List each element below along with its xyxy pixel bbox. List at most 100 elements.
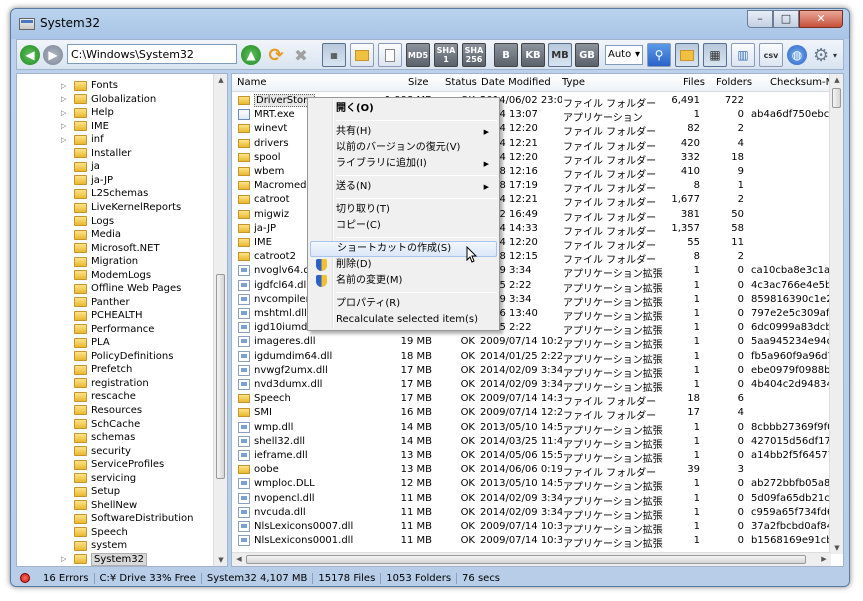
auto-select[interactable]: Auto ▾ bbox=[605, 45, 643, 65]
table-row[interactable]: shell32.dll 14 MB OK 2014/03/25 11:43 アプリケーシ… bbox=[232, 435, 833, 451]
folder-filter-icon[interactable] bbox=[675, 43, 699, 67]
tree-item[interactable]: ja bbox=[17, 160, 100, 174]
tree-item[interactable]: Performance bbox=[17, 323, 154, 337]
context-menu-item[interactable]: 以前のバージョンの復元(V) bbox=[310, 140, 497, 156]
context-menu-item[interactable]: プロパティ(R) bbox=[310, 296, 497, 312]
tree-item[interactable]: ▷ IME bbox=[17, 120, 109, 134]
h-scroll-thumb[interactable] bbox=[246, 555, 806, 564]
tree-item[interactable]: Offline Web Pages bbox=[17, 282, 181, 296]
col-files[interactable]: Files bbox=[683, 77, 705, 88]
table-row[interactable]: NlsLexicons0007.dll 11 MB OK 2009/07/14 10:… bbox=[232, 520, 833, 536]
tree-item[interactable]: PolicyDefinitions bbox=[17, 350, 173, 364]
table-row[interactable]: nvd3dumx.dll 17 MB OK 2014/02/09 3:34 アプリケーシ… bbox=[232, 378, 833, 394]
export-csv-button[interactable]: csv bbox=[759, 43, 783, 67]
search-icon[interactable]: ⚲ bbox=[647, 43, 671, 67]
forward-button[interactable]: ▶ bbox=[43, 43, 63, 67]
expand-arrow-icon[interactable]: ▷ bbox=[61, 82, 71, 90]
tree-item[interactable]: registration bbox=[17, 377, 149, 391]
sha1-button[interactable]: SHA 1 bbox=[434, 43, 458, 67]
table-row[interactable]: imageres.dll 19 MB OK 2009/07/14 10:28 アプリケー… bbox=[232, 335, 833, 351]
table-row[interactable]: NlsLexicons0001.dll 11 MB OK 2009/07/14 10:… bbox=[232, 534, 833, 550]
folder-tree[interactable]: ▷ Fonts ▷ Globalization ▷ Help ▷ IME ▷ inf Install… bbox=[16, 73, 228, 567]
context-menu-item[interactable]: 名前の変更(M) bbox=[310, 273, 497, 289]
tree-item[interactable]: Speech bbox=[17, 525, 128, 539]
stop-icon[interactable]: ✖ bbox=[290, 43, 312, 67]
tree-item[interactable]: schemas bbox=[17, 431, 135, 445]
gear-dropdown-icon[interactable]: ▾ bbox=[833, 43, 837, 67]
refresh-icon[interactable]: ⟳ bbox=[265, 43, 287, 67]
tree-scrollbar[interactable]: ▲ ▼ bbox=[213, 74, 227, 566]
scroll-left-icon[interactable]: ◀ bbox=[232, 553, 246, 565]
col-date[interactable]: Date Modified bbox=[481, 77, 551, 88]
unit-b-button[interactable]: B bbox=[494, 43, 518, 67]
table-row[interactable]: Speech 17 MB OK 2009/07/14 14:32 ファイル フォルダー 1… bbox=[232, 392, 831, 408]
tree-item[interactable]: Panther bbox=[17, 295, 130, 309]
col-size[interactable]: Size bbox=[408, 77, 429, 88]
tree-item[interactable]: ShellNew bbox=[17, 498, 137, 512]
tree-item[interactable]: Logs bbox=[17, 214, 114, 228]
table-row[interactable]: wmploc.DLL 12 MB OK 2013/05/10 14:56 アプリケーショ… bbox=[232, 477, 833, 493]
tree-item[interactable]: PLA bbox=[17, 336, 110, 350]
calculator-icon[interactable]: ▦ bbox=[322, 43, 346, 67]
tree-item[interactable]: ▷ Fonts bbox=[17, 79, 118, 93]
tree-item[interactable]: Media bbox=[17, 228, 121, 242]
context-menu-item[interactable]: 開く(O) bbox=[310, 101, 497, 117]
table-row[interactable]: ieframe.dll 13 MB OK 2014/05/06 15:53 アプリケーシ… bbox=[232, 449, 833, 465]
tree-item[interactable]: Microsoft.NET bbox=[17, 241, 160, 255]
tree-item[interactable]: ▷ inf bbox=[17, 133, 104, 147]
tree-item[interactable]: Prefetch bbox=[17, 363, 132, 377]
tree-item[interactable]: ja-JP bbox=[17, 174, 113, 188]
file-list-scrollbar[interactable]: ▲ ▼ bbox=[829, 74, 843, 554]
tree-item[interactable]: Resources bbox=[17, 404, 142, 418]
tree-item[interactable]: system bbox=[17, 539, 127, 553]
file-scroll-thumb[interactable] bbox=[832, 88, 841, 108]
sha256-button[interactable]: SHA 256 bbox=[462, 43, 486, 67]
col-folders[interactable]: Folders bbox=[716, 77, 752, 88]
table-row[interactable]: nvcuda.dll 11 MB OK 2014/02/09 3:34 アプリケーション… bbox=[232, 506, 833, 522]
scroll-down-icon[interactable]: ▼ bbox=[830, 542, 843, 554]
tree-scroll-thumb[interactable] bbox=[216, 274, 225, 479]
context-menu-item[interactable]: Recalculate selected item(s) bbox=[310, 312, 497, 328]
expand-arrow-icon[interactable]: ▷ bbox=[61, 555, 71, 563]
tree-item[interactable]: Setup bbox=[17, 485, 120, 499]
tree-item[interactable]: PCHEALTH bbox=[17, 309, 143, 323]
unit-kb-button[interactable]: KB bbox=[521, 43, 545, 67]
col-name[interactable]: Name bbox=[237, 77, 267, 88]
col-type[interactable]: Type bbox=[562, 77, 585, 88]
file-list-hscrollbar[interactable]: ◀ ▶ bbox=[232, 552, 831, 566]
gear-icon[interactable]: ⚙ bbox=[813, 43, 829, 67]
tree-item[interactable]: ▷ Help bbox=[17, 106, 114, 120]
expand-arrow-icon[interactable]: ▷ bbox=[61, 109, 71, 117]
grid-icon[interactable]: ▦ bbox=[703, 43, 727, 67]
expand-arrow-icon[interactable]: ▷ bbox=[61, 95, 71, 103]
tree-item[interactable]: L2Schemas bbox=[17, 187, 148, 201]
go-button[interactable]: ▲ bbox=[241, 43, 261, 67]
path-input[interactable] bbox=[67, 44, 237, 64]
tree-item[interactable]: LiveKernelReports bbox=[17, 201, 181, 215]
unit-mb-button[interactable]: MB bbox=[548, 43, 572, 67]
title-bar[interactable]: System32 – □ ✕ bbox=[11, 9, 849, 37]
globe-icon[interactable]: ◍ bbox=[787, 45, 807, 65]
tree-item[interactable]: Installer bbox=[17, 147, 131, 161]
tree-item[interactable]: Migration bbox=[17, 255, 138, 269]
context-menu-item[interactable]: ライブラリに追加(I) ▶ bbox=[310, 156, 497, 172]
tree-item[interactable]: SchCache bbox=[17, 417, 140, 431]
scroll-right-icon[interactable]: ▶ bbox=[817, 553, 831, 565]
col-status[interactable]: Status bbox=[445, 77, 477, 88]
table-row[interactable]: nvopencl.dll 11 MB OK 2014/02/09 3:34 アプリケーシ… bbox=[232, 492, 833, 508]
maximize-button[interactable]: □ bbox=[773, 10, 799, 28]
table-row[interactable]: oobe 13 MB OK 2014/06/06 0:19 ファイル フォルダー 39 3 bbox=[232, 463, 831, 479]
scroll-up-icon[interactable]: ▲ bbox=[830, 74, 843, 86]
md5-button[interactable]: MD5 bbox=[406, 43, 430, 67]
close-button[interactable]: ✕ bbox=[799, 10, 843, 28]
context-menu-item[interactable]: コピー(C) bbox=[310, 218, 497, 234]
tree-item[interactable]: ▷ System32 bbox=[17, 552, 148, 566]
back-button[interactable]: ◀ bbox=[20, 43, 40, 67]
table-row[interactable]: igdumdim64.dll 18 MB OK 2014/01/25 2:22 アプリケ… bbox=[232, 350, 833, 366]
tree-item[interactable]: ModemLogs bbox=[17, 268, 151, 282]
minimize-button[interactable]: – bbox=[747, 10, 773, 28]
tree-item[interactable]: ServiceProfiles bbox=[17, 458, 164, 472]
tree-item[interactable]: security bbox=[17, 444, 131, 458]
context-menu-item[interactable]: 共有(H) ▶ bbox=[310, 124, 497, 140]
table-row[interactable]: SMI 16 MB OK 2009/07/14 12:20 ファイル フォルダー 17 4 bbox=[232, 406, 831, 422]
